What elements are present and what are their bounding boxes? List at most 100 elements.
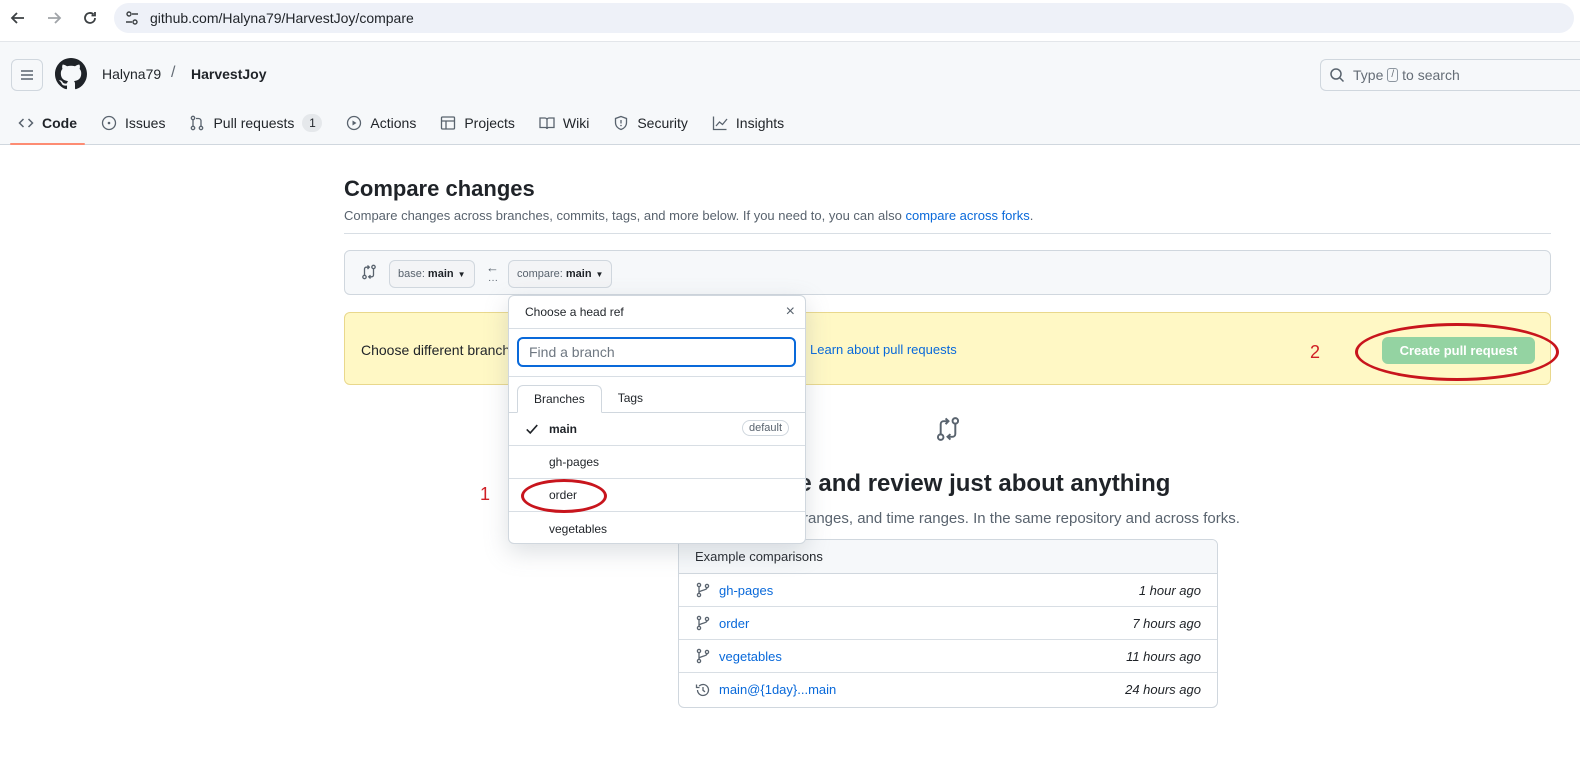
compare-prefix: compare: [517,268,563,280]
annotation-number-2: 2 [1310,342,1321,362]
close-icon[interactable]: × [786,303,795,321]
branch-item-main[interactable]: main default [509,413,805,446]
compare-forks-link[interactable]: compare across forks [905,208,1029,223]
branch-search-input[interactable] [517,337,796,367]
page-subtitle: Compare changes across branches, commits… [344,208,1033,223]
search-suffix: to search [1402,67,1460,83]
play-icon [347,115,362,131]
tab-insights-label: Insights [735,115,785,131]
example-link[interactable]: order [719,616,749,631]
search-shortcut-key: / [1387,68,1399,82]
tab-actions-label: Actions [370,115,417,131]
annotation-ellipse-create [1355,323,1559,381]
example-comparisons: Example comparisons gh-pages 1 hour ago … [678,539,1218,708]
subtitle-text: Compare changes across branches, commits… [344,208,902,223]
branch-item-gh-pages[interactable]: gh-pages [509,446,805,479]
page-title: Compare changes [344,176,535,201]
dropdown-title: Choose a head ref [525,305,624,319]
divider [344,233,1551,234]
example-link[interactable]: vegetables [719,649,782,664]
site-settings-icon[interactable] [124,10,140,26]
pull-request-icon [191,115,204,131]
issue-icon [101,115,117,131]
subtitle-end: . [1029,208,1034,223]
search-input[interactable]: Type / to search [1320,59,1580,91]
forward-icon[interactable] [42,6,66,30]
blankslate-heading-text: re and review just about anything [789,470,1171,497]
example-link[interactable]: main@{1day}...main [719,682,836,697]
examples-title: Example comparisons [679,540,1217,574]
hamburger-icon [21,70,33,80]
example-time: 11 hours ago [1126,648,1201,664]
repo-name-link[interactable]: HarvestJoy [191,66,267,82]
tab-code-label: Code [42,115,77,131]
base-value: main [427,268,454,280]
list-item[interactable]: main@{1day}...main 24 hours ago [679,673,1217,706]
branch-name: main [549,422,578,436]
browser-toolbar: github.com/Halyna79/HarvestJoy/compare [0,0,1580,36]
back-icon[interactable] [6,6,30,30]
compare-value: main [565,268,592,280]
example-link[interactable]: gh-pages [719,583,773,598]
tab-projects-label: Projects [464,115,515,131]
ellipsis-icon: ··· [488,275,498,286]
tab-pull-requests-label: Pull requests [213,115,295,131]
branch-name: gh-pages [549,455,600,469]
list-item[interactable]: vegetables 11 hours ago [679,640,1217,673]
tab-security[interactable]: Security [605,104,696,142]
tab-issues-label: Issues [125,115,166,131]
example-time: 1 hour ago [1138,582,1201,598]
caret-down-icon: ▼ [457,269,466,279]
dropdown-tabs: Branches Tags [509,377,805,413]
git-compare-icon [936,417,960,441]
caret-down-icon: ▼ [595,269,604,279]
repo-nav-tabs: Code Issues Pull requests 1 Actions Proj… [10,104,800,146]
branch-icon [696,648,710,664]
base-prefix: base: [398,268,425,280]
base-branch-select[interactable]: base: main ▼ [389,260,475,288]
branch-icon [696,615,710,631]
book-icon [539,117,555,130]
example-time: 24 hours ago [1125,682,1201,697]
pull-request-count-badge: 1 [302,114,323,132]
dropdown-filter [509,329,805,377]
table-icon [441,116,456,130]
tab-security-label: Security [637,115,688,131]
tab-insights[interactable]: Insights [704,104,792,142]
tab-wiki-label: Wiki [562,115,590,131]
tab-tags[interactable]: Tags [602,385,659,413]
repo-header: Halyna79 / HarvestJoy Type / to search C… [0,41,1580,145]
compare-branch-select[interactable]: compare: main ▼ [508,260,613,288]
learn-pull-requests-link[interactable]: Learn about pull requests [810,342,957,357]
graph-icon [712,116,728,131]
default-badge: default [741,420,789,436]
tab-code[interactable]: Code [10,104,85,145]
url-text: github.com/Halyna79/HarvestJoy/compare [150,10,414,26]
branch-name: vegetables [549,521,608,536]
code-icon [18,118,34,128]
github-logo-icon[interactable] [55,58,87,90]
menu-button[interactable] [11,59,43,91]
tab-pull-requests[interactable]: Pull requests 1 [181,104,330,142]
tab-actions[interactable]: Actions [338,104,424,142]
tab-wiki[interactable]: Wiki [531,104,597,142]
tab-issues[interactable]: Issues [93,104,173,142]
list-item[interactable]: order 7 hours ago [679,607,1217,640]
branch-icon [696,582,710,598]
arrow-left-icon: ← [486,260,499,275]
reload-icon[interactable] [78,6,102,30]
range-editor: base: main ▼ ← ··· compare: main ▼ [344,250,1551,295]
list-item[interactable]: gh-pages 1 hour ago [679,574,1217,607]
tab-projects[interactable]: Projects [432,104,523,142]
history-icon [695,683,710,696]
search-icon [1330,68,1345,83]
flash-message: Choose different branch [361,342,511,358]
blankslate-subtitle-text: ranges, and time ranges. In the same rep… [803,510,1240,527]
address-bar[interactable]: github.com/Halyna79/HarvestJoy/compare [114,3,1574,33]
search-prefix: Type [1353,67,1384,83]
repo-owner-link[interactable]: Halyna79 [102,66,161,82]
example-time: 7 hours ago [1132,615,1201,631]
tab-branches[interactable]: Branches [517,385,602,413]
branch-item-vegetables[interactable]: vegetables [509,512,805,543]
shield-icon [615,115,628,131]
